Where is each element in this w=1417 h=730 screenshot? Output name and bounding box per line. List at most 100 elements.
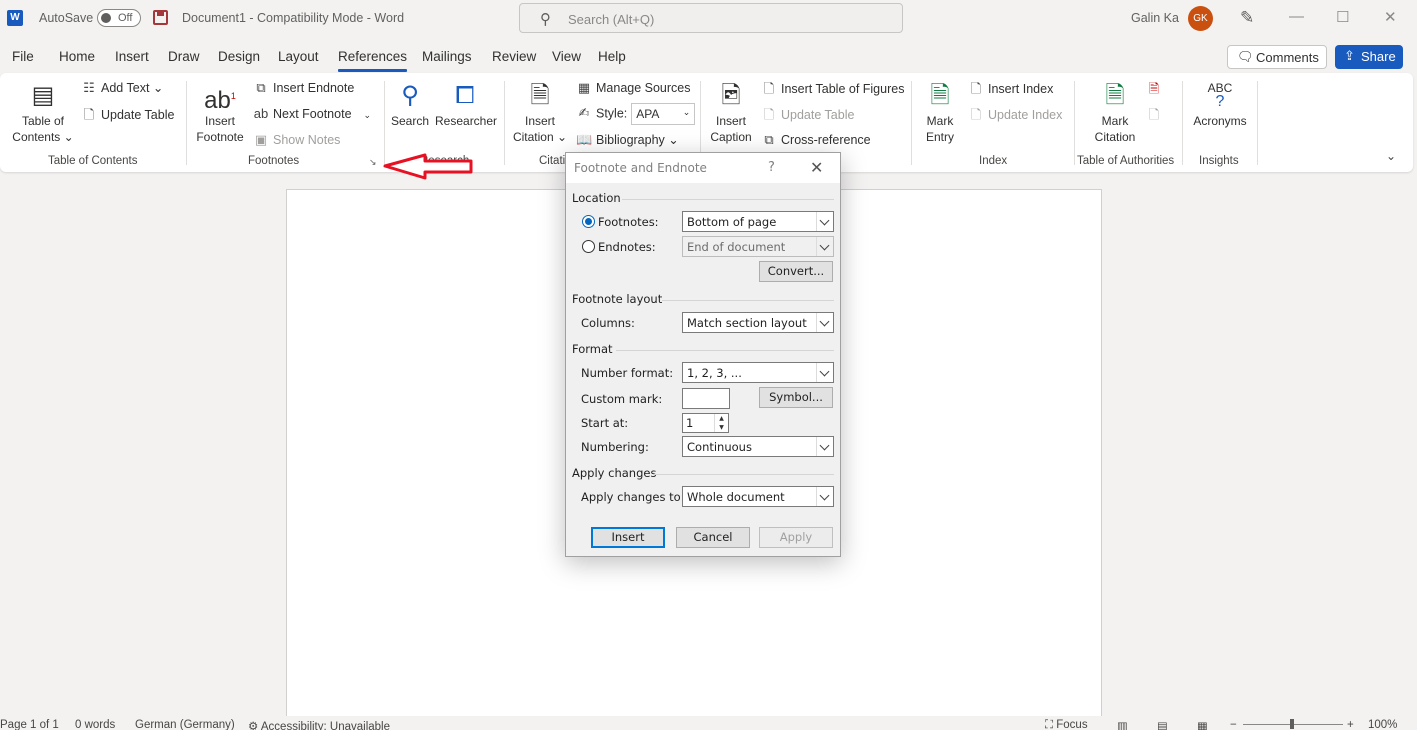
cross-reference-button[interactable]: ⧉ Cross-reference xyxy=(761,132,870,148)
tab-references[interactable]: References xyxy=(338,49,408,72)
footnotes-dialog-launcher[interactable]: ↘ xyxy=(369,157,377,168)
tab-home[interactable]: Home xyxy=(59,49,95,64)
share-button[interactable]: ⇪ Share xyxy=(1335,45,1403,69)
minimize-button[interactable]: — xyxy=(1289,8,1304,25)
next-footnote-icon: ab xyxy=(253,106,269,121)
custom-mark-input[interactable] xyxy=(682,388,730,409)
endnotes-position-select[interactable]: End of document xyxy=(682,236,834,257)
zoom-in-icon[interactable]: + xyxy=(1347,719,1354,730)
mark-entry-icon: 🗎 xyxy=(930,82,950,109)
save-icon[interactable] xyxy=(153,10,168,25)
web-layout-icon[interactable]: ▦ xyxy=(1197,719,1208,730)
insert-caption-label-2: Caption xyxy=(710,130,752,144)
endnotes-position-value: End of document xyxy=(687,240,786,254)
print-layout-icon[interactable]: ▤ xyxy=(1157,719,1168,730)
show-notes-button[interactable]: ▣ Show Notes xyxy=(253,132,341,148)
insert-index-button[interactable]: 🗋 Insert Index xyxy=(968,80,1054,102)
tab-design[interactable]: Design xyxy=(218,49,260,64)
insert-footnote-label-2: Footnote xyxy=(196,130,244,144)
apply-changes-to-value: Whole document xyxy=(687,490,785,504)
start-at-stepper[interactable]: 1 ▲ ▼ xyxy=(682,413,729,433)
tab-file[interactable]: File xyxy=(12,49,34,64)
page-count[interactable]: Page 1 of 1 xyxy=(0,719,59,730)
toc-label-2: Contents ⌄ xyxy=(12,130,74,144)
group-table-of-contents: Table of Contents xyxy=(48,155,138,167)
ribbon-tabs: File Home Insert Draw Design Layout Refe… xyxy=(0,44,1417,72)
acronyms-button[interactable]: ABC? Acronyms xyxy=(1190,79,1250,129)
manage-sources-button[interactable]: ▦ Manage Sources xyxy=(576,80,691,96)
insert-endnote-button[interactable]: ⧉ Insert Endnote xyxy=(253,80,354,96)
autosave-toggle[interactable]: Off xyxy=(97,9,141,27)
tab-review[interactable]: Review xyxy=(492,49,536,64)
help-button[interactable]: ? xyxy=(768,160,775,175)
collapse-ribbon-icon[interactable]: ⌄ xyxy=(1386,149,1396,163)
tab-view[interactable]: View xyxy=(552,49,581,64)
table-of-authorities-icon: 🗎 xyxy=(1148,81,1160,96)
update-table-label: Update Table xyxy=(101,108,175,122)
update-index-button[interactable]: 🗋 Update Index xyxy=(968,106,1063,128)
tab-insert[interactable]: Insert xyxy=(115,49,149,64)
insert-footnote-button[interactable]: ab1 Insert Footnote xyxy=(192,79,248,145)
tab-draw[interactable]: Draw xyxy=(168,49,200,64)
tab-mailings[interactable]: Mailings xyxy=(422,49,472,64)
autosave-label: AutoSave xyxy=(39,11,94,25)
apply-button[interactable]: Apply xyxy=(759,527,833,548)
search-icon: ⚲ xyxy=(401,82,419,109)
stepper-arrows-icon[interactable]: ▲ ▼ xyxy=(714,414,728,432)
cross-reference-icon: ⧉ xyxy=(764,132,774,147)
language-indicator[interactable]: German (Germany) xyxy=(135,719,235,730)
insert-caption-button[interactable]: 🖻 Insert Caption xyxy=(706,79,756,145)
insert-citation-button[interactable]: 🗎 Insert Citation ⌄ xyxy=(511,79,569,145)
bibliography-button[interactable]: 📖 Bibliography ⌄ xyxy=(576,132,679,148)
insert-button[interactable]: Insert xyxy=(591,527,665,548)
update-table-figures-button[interactable]: 🗋 Update Table xyxy=(761,106,855,128)
word-count[interactable]: 0 words xyxy=(75,719,115,730)
endnotes-radio[interactable] xyxy=(582,240,595,253)
mark-citation-button[interactable]: 🗎 Mark Citation xyxy=(1088,79,1142,145)
update-table-button[interactable]: 🗋 Update Table xyxy=(81,106,175,128)
convert-button[interactable]: Convert... xyxy=(759,261,833,282)
tab-layout[interactable]: Layout xyxy=(278,49,319,64)
close-window-button[interactable]: ✕ xyxy=(1384,8,1397,26)
dialog-close-button[interactable]: ✕ xyxy=(810,158,823,177)
comments-button[interactable]: 🗨 Comments xyxy=(1227,45,1327,69)
mark-entry-label-2: Entry xyxy=(925,130,954,144)
insert-table-of-authorities-button[interactable]: 🗎 xyxy=(1146,80,1166,102)
footnotes-radio[interactable] xyxy=(582,215,595,228)
format-section-label: Format xyxy=(572,342,613,356)
separator xyxy=(911,81,912,165)
designer-pen-icon[interactable]: ✎ xyxy=(1240,8,1254,28)
maximize-button[interactable]: ☐ xyxy=(1336,8,1349,26)
columns-select[interactable]: Match section layout xyxy=(682,312,834,333)
next-footnote-button[interactable]: ab Next Footnote ⌄ xyxy=(253,106,371,121)
cancel-button[interactable]: Cancel xyxy=(676,527,750,548)
zoom-slider-thumb[interactable] xyxy=(1290,719,1294,729)
apply-changes-to-select[interactable]: Whole document xyxy=(682,486,834,507)
separator xyxy=(1074,81,1075,165)
mark-entry-button[interactable]: 🗎 Mark Entry xyxy=(918,79,962,145)
tab-help[interactable]: Help xyxy=(598,49,626,64)
status-bar: Page 1 of 1 0 words German (Germany) ⚙ A… xyxy=(0,716,1417,730)
numbering-select[interactable]: Continuous xyxy=(682,436,834,457)
accessibility-indicator[interactable]: ⚙ Accessibility: Unavailable xyxy=(248,719,390,730)
endnote-icon: ⧉ xyxy=(256,80,266,95)
avatar[interactable]: GK xyxy=(1188,6,1213,31)
read-mode-icon[interactable]: ▥ xyxy=(1117,719,1128,730)
add-text-button[interactable]: ☷ Add Text ⌄ xyxy=(81,80,163,96)
insert-table-of-figures-button[interactable]: 🗋 Insert Table of Figures xyxy=(761,80,905,102)
style-dropdown[interactable]: APA ⌄ xyxy=(631,103,696,125)
zoom-out-icon[interactable]: − xyxy=(1230,719,1237,730)
search-box[interactable]: ⚲ Search (Alt+Q) xyxy=(519,3,903,33)
footnote-endnote-dialog: Footnote and Endnote ? ✕ Location Footno… xyxy=(565,152,841,557)
toc-label-1: Table of xyxy=(21,114,65,128)
footnote-layout-section-label: Footnote layout xyxy=(572,292,663,306)
footnotes-position-select[interactable]: Bottom of page xyxy=(682,211,834,232)
zoom-level[interactable]: 100% xyxy=(1368,719,1397,730)
search-button[interactable]: ⚲ Search xyxy=(390,79,430,129)
number-format-select[interactable]: 1, 2, 3, ... xyxy=(682,362,834,383)
symbol-button[interactable]: Symbol... xyxy=(759,387,833,408)
focus-button[interactable]: ⛶ Focus xyxy=(1045,719,1088,730)
update-table-of-authorities-button[interactable]: 🗋 xyxy=(1146,106,1166,128)
table-of-contents-button[interactable]: ▤ Table of Contents ⌄ xyxy=(12,79,74,145)
researcher-button[interactable]: ⧠ Researcher xyxy=(435,79,497,129)
